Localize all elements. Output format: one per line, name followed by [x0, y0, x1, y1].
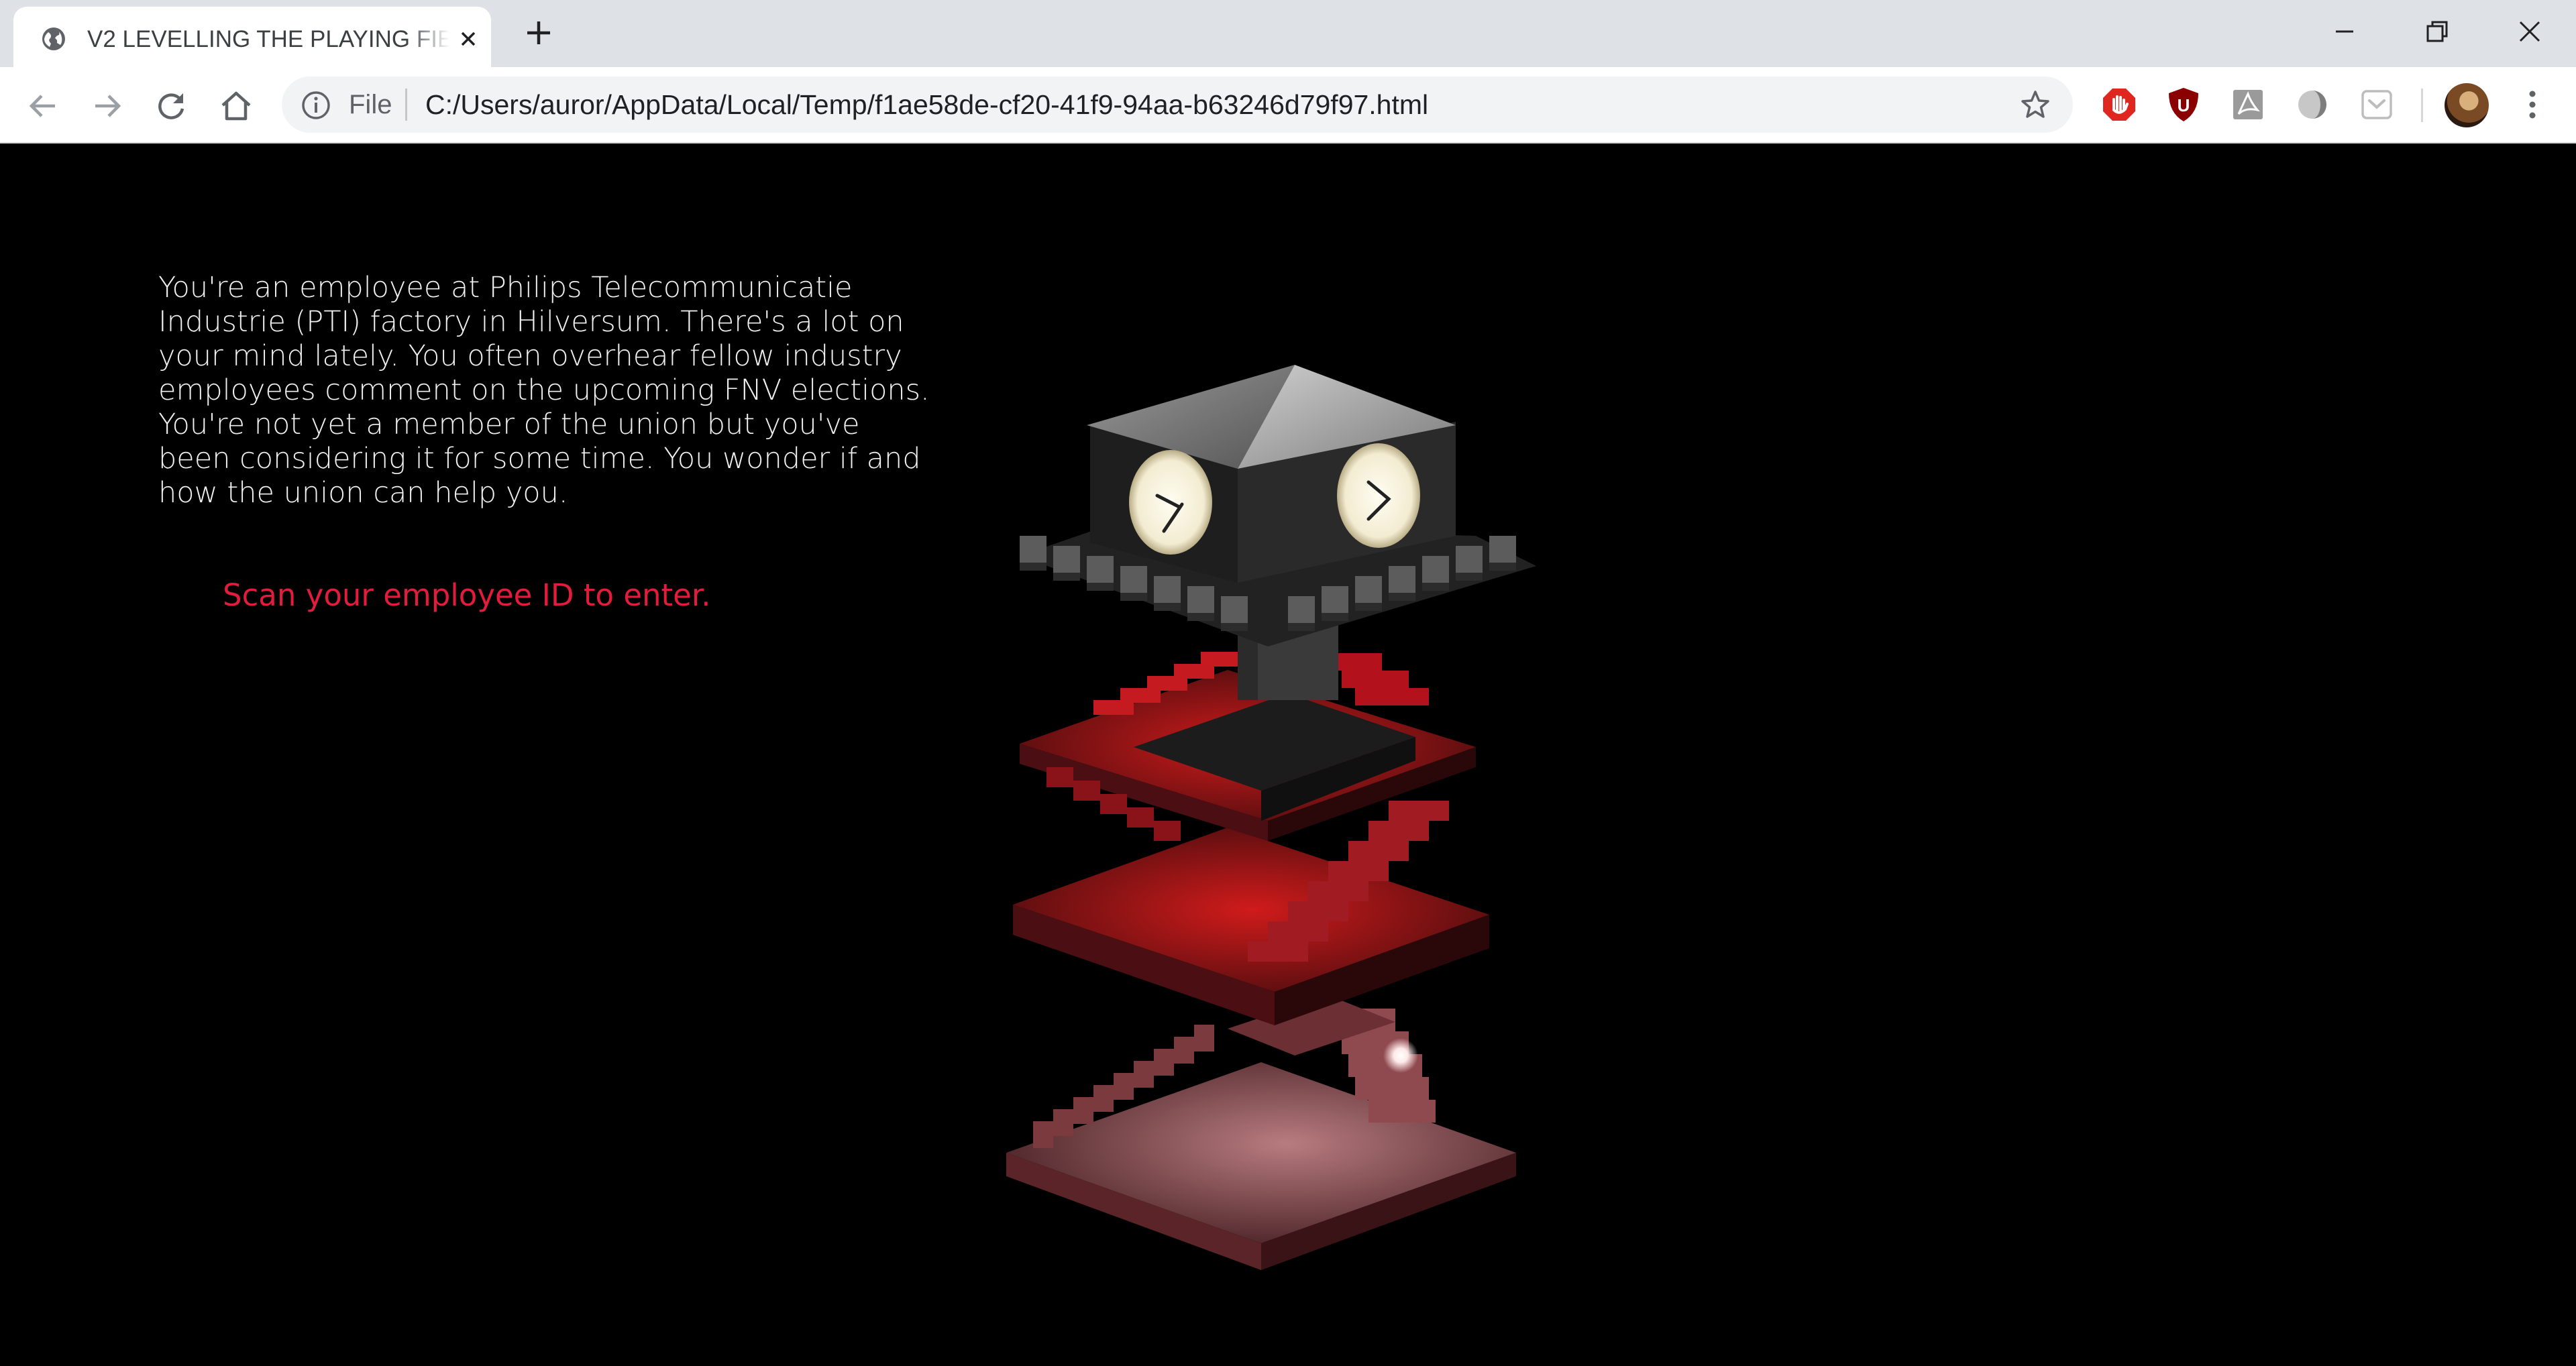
ublock-icon[interactable]: U: [2165, 86, 2202, 123]
profile-avatar[interactable]: [2445, 83, 2489, 127]
minimize-icon[interactable]: [2328, 15, 2361, 48]
browser-tab[interactable]: V2 LEVELLING THE PLAYING FIELD: [13, 7, 491, 67]
forward-arrow-icon[interactable]: [89, 87, 126, 125]
right-clock-face: [1337, 443, 1420, 548]
url-text[interactable]: C:/Users/auror/AppData/Local/Temp/f1ae58…: [425, 87, 1428, 122]
circle-ext-icon[interactable]: [2294, 86, 2331, 123]
address-divider: [405, 89, 407, 121]
restore-icon[interactable]: [2420, 15, 2454, 48]
toolbar-divider: [2421, 89, 2423, 122]
new-tab-icon[interactable]: [523, 17, 554, 48]
lamp-light: [1383, 1038, 1418, 1073]
close-window-icon[interactable]: [2513, 15, 2546, 48]
reload-icon[interactable]: [153, 87, 191, 125]
globe-icon: [42, 27, 65, 50]
bookmark-star-icon[interactable]: [2019, 89, 2051, 121]
browser-titlebar: V2 LEVELLING THE PLAYING FIELD: [0, 0, 2576, 67]
tab-title: V2 LEVELLING THE PLAYING FIELD: [87, 26, 449, 52]
pdf-icon[interactable]: [2229, 86, 2267, 123]
pocket-ext-icon[interactable]: [2358, 86, 2396, 123]
address-bar[interactable]: File C:/Users/auror/AppData/Local/Temp/f…: [282, 76, 2073, 133]
svg-text:U: U: [2178, 95, 2190, 115]
page-viewport: You're an employee at Philips Telecommun…: [0, 144, 2576, 1366]
browser-toolbar: File C:/Users/auror/AppData/Local/Temp/f…: [0, 67, 2576, 144]
clock-tower: [1020, 365, 1536, 700]
info-icon[interactable]: [301, 90, 331, 121]
address-scheme-label: File: [349, 90, 392, 119]
more-menu-icon[interactable]: [2519, 84, 2546, 125]
clock-tower-illustration: [1006, 365, 1536, 1270]
bottom-platform: [1006, 995, 1516, 1270]
back-arrow-icon[interactable]: [24, 87, 62, 125]
scan-id-prompt: Scan your employee ID to enter.: [223, 577, 711, 613]
left-clock-face: [1129, 450, 1212, 555]
adblock-icon[interactable]: [2100, 86, 2138, 123]
home-icon[interactable]: [217, 87, 255, 125]
intro-text: You're an employee at Philips Telecommun…: [158, 271, 930, 510]
close-tab-icon[interactable]: [456, 27, 480, 51]
